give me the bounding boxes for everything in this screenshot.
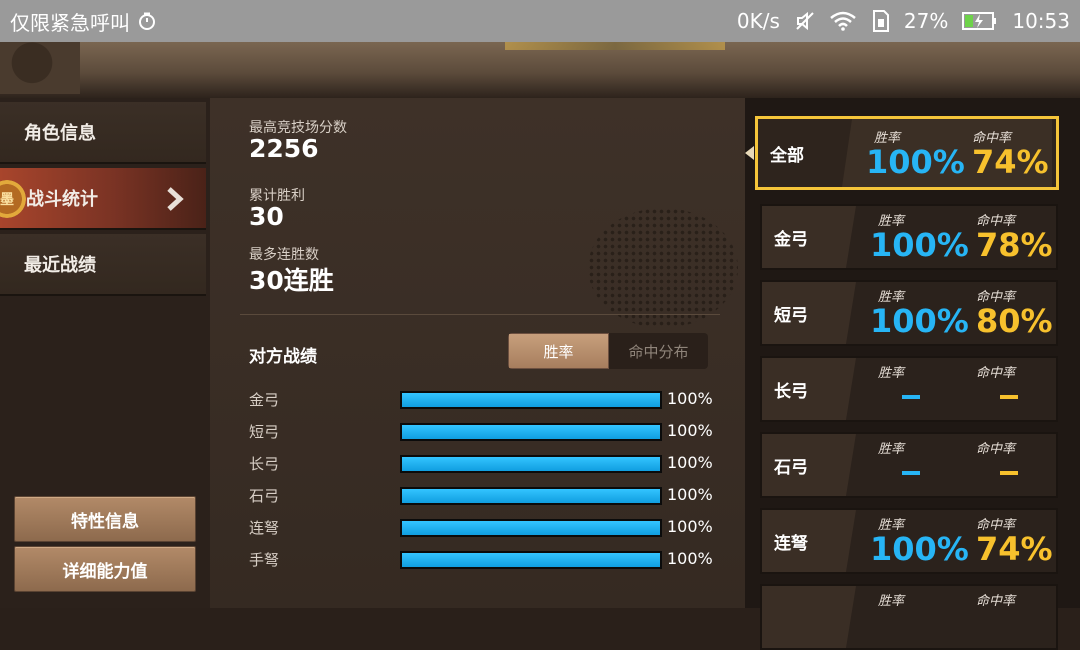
win-rate-bar xyxy=(400,423,662,441)
win-rate-bar xyxy=(400,519,662,537)
hit-rate-value: 74% xyxy=(976,530,1053,568)
opponent-row: 金弓 100% xyxy=(249,388,729,410)
timer-icon xyxy=(138,12,156,30)
opponent-row-name: 手弩 xyxy=(249,551,280,569)
weapon-card[interactable]: 连弩 胜率 命中率 100% 74% xyxy=(760,508,1058,574)
weapon-card-name: 金弓 xyxy=(774,229,808,250)
opponent-view-toggle: 胜率 命中分布 xyxy=(508,333,708,369)
opponent-row-name: 石弓 xyxy=(249,487,280,505)
menu-item-recent-records[interactable]: 最近战绩 xyxy=(0,234,206,296)
opponent-row: 短弓 100% xyxy=(249,420,729,442)
win-rate-bar-fill xyxy=(402,425,660,439)
wifi-icon xyxy=(830,11,856,31)
opponent-row-percent: 100% xyxy=(667,485,713,504)
total-wins-value: 30 xyxy=(249,202,284,231)
win-rate-value: 100% xyxy=(870,530,969,568)
selection-pointer-icon xyxy=(745,146,754,160)
hit-rate-label: 命中率 xyxy=(976,442,1016,457)
weapon-card[interactable]: 长弓 胜率 命中率 xyxy=(760,356,1058,422)
chevron-right-icon xyxy=(164,186,186,217)
win-rate-empty-dash xyxy=(902,395,920,399)
hit-rate-empty-dash xyxy=(1000,471,1018,475)
opponent-row-percent: 100% xyxy=(667,389,713,408)
hit-rate-value: 78% xyxy=(976,226,1053,264)
detailed-stats-button[interactable]: 详细能力值 xyxy=(14,546,196,592)
win-rate-label: 胜率 xyxy=(878,594,905,609)
max-streak-value: 30连胜 xyxy=(249,266,334,295)
mute-icon xyxy=(794,10,816,32)
carrier-text: 仅限紧急呼叫 xyxy=(10,10,130,35)
win-rate-empty-dash xyxy=(902,471,920,475)
opponent-row-name: 连弩 xyxy=(249,519,280,537)
weapon-card-name: 石弓 xyxy=(774,457,808,478)
win-rate-bar-fill xyxy=(402,393,660,407)
win-rate-bar xyxy=(400,455,662,473)
tab-hit-distribution[interactable]: 命中分布 xyxy=(609,333,708,369)
weapon-card-name: 短弓 xyxy=(774,305,808,326)
menu-item-label: 战斗统计 xyxy=(26,189,98,210)
opponent-row-percent: 100% xyxy=(667,517,713,536)
battery-percent: 27% xyxy=(903,9,949,33)
weapon-card-name: 全部 xyxy=(770,145,804,166)
menu-item-label: 最近战绩 xyxy=(24,255,96,276)
weapon-card-name: 长弓 xyxy=(774,381,808,402)
win-rate-value: 100% xyxy=(870,302,969,340)
opponent-row: 长弓 100% xyxy=(249,452,729,474)
tab-win-rate[interactable]: 胜率 xyxy=(508,333,609,369)
divider xyxy=(240,314,720,315)
badge-char: 墨 xyxy=(0,192,14,208)
sim-card-icon xyxy=(870,10,890,32)
ink-badge-icon: 墨 xyxy=(0,180,26,218)
win-rate-value: 100% xyxy=(866,143,965,181)
win-rate-bar xyxy=(400,487,662,505)
network-speed: 0K/s xyxy=(736,9,780,33)
menu-item-character-info[interactable]: 角色信息 xyxy=(0,102,206,164)
opponent-row-percent: 100% xyxy=(667,453,713,472)
menu-item-battle-stats[interactable]: 墨 战斗统计 xyxy=(0,168,206,230)
opponent-row: 连弩 100% xyxy=(249,516,729,538)
opponent-row-percent: 100% xyxy=(667,549,713,568)
opponent-row-name: 长弓 xyxy=(249,455,280,473)
weapon-card[interactable]: 胜率 命中率 xyxy=(760,584,1058,650)
weapon-card-name: 连弩 xyxy=(774,533,808,554)
win-rate-value: 100% xyxy=(870,226,969,264)
clock: 10:53 xyxy=(1012,9,1070,33)
hit-rate-empty-dash xyxy=(1000,395,1018,399)
battery-charging-icon xyxy=(962,11,998,31)
side-menu: 角色信息 墨 战斗统计 最近战绩 特性信息 详细能力值 xyxy=(0,98,210,608)
opponent-record-title: 对方战绩 xyxy=(249,347,317,367)
opponent-row-name: 金弓 xyxy=(249,391,280,409)
win-rate-label: 胜率 xyxy=(878,366,905,381)
menu-item-label: 角色信息 xyxy=(24,123,96,144)
trait-info-button[interactable]: 特性信息 xyxy=(14,496,196,542)
hit-rate-value: 80% xyxy=(976,302,1053,340)
hit-rate-label: 命中率 xyxy=(976,366,1016,381)
game-header-strip xyxy=(0,42,1080,101)
win-rate-bar-fill xyxy=(402,521,660,535)
stats-panel: 最高竞技场分数 2256 累计胜利 30 最多连胜数 30连胜 对方战绩 胜率 … xyxy=(210,98,745,608)
win-rate-bar-fill xyxy=(402,489,660,503)
weapon-card[interactable]: 短弓 胜率 命中率 100% 80% xyxy=(760,280,1058,346)
status-bar: 仅限紧急呼叫 0K/s 27% 10:53 xyxy=(0,0,1080,42)
weapon-card-list[interactable]: 全部 胜率 命中率 100% 74% 金弓 胜率 命中率 100% 78% 短弓 胜率 命中率 100% 8… xyxy=(745,98,1080,650)
win-rate-bar xyxy=(400,551,662,569)
hit-rate-label: 命中率 xyxy=(976,594,1016,609)
opponent-row: 石弓 100% xyxy=(249,484,729,506)
opponent-row-percent: 100% xyxy=(667,421,713,440)
header-gold-trim xyxy=(505,42,725,50)
weapon-card[interactable]: 石弓 胜率 命中率 xyxy=(760,432,1058,498)
weapon-card[interactable]: 全部 胜率 命中率 100% 74% xyxy=(755,116,1059,190)
halftone-decoration xyxy=(588,208,738,328)
win-rate-label: 胜率 xyxy=(878,442,905,457)
header-ornament-icon xyxy=(0,42,80,94)
opponent-row-name: 短弓 xyxy=(249,423,280,441)
win-rate-bar xyxy=(400,391,662,409)
win-rate-bar-fill xyxy=(402,553,660,567)
hit-rate-value: 74% xyxy=(972,143,1049,181)
weapon-card[interactable]: 金弓 胜率 命中率 100% 78% xyxy=(760,204,1058,270)
opponent-row: 手弩 100% xyxy=(249,548,729,570)
highest-score-value: 2256 xyxy=(249,134,319,163)
win-rate-bar-fill xyxy=(402,457,660,471)
